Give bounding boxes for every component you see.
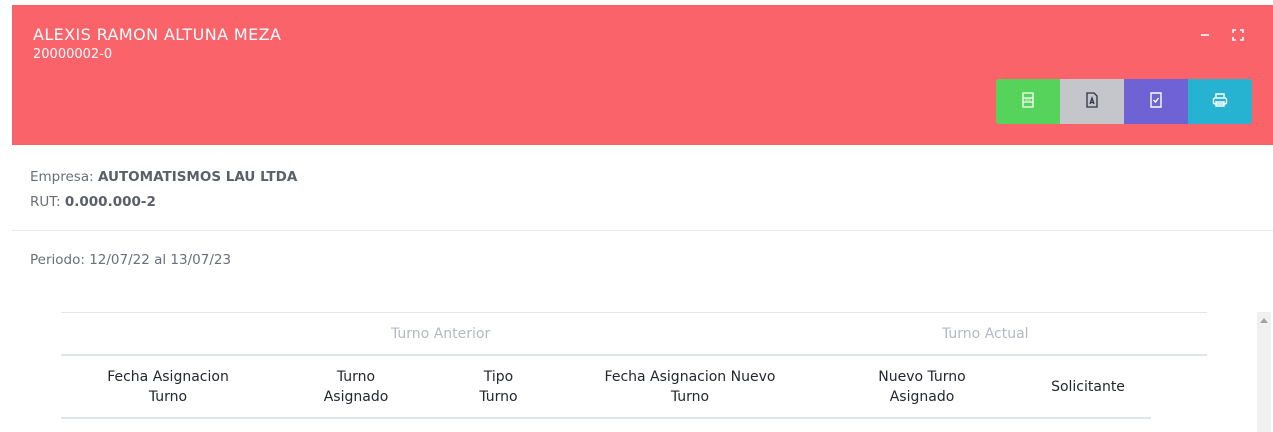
minimize-icon[interactable] — [1197, 27, 1213, 43]
column-header-requester[interactable]: Solicitante — [1041, 377, 1135, 397]
column-header-assigned-shift[interactable]: Turno Asignado — [311, 367, 401, 407]
employee-header: ALEXIS RAMON ALTUNA MEZA 20000002-0 xls — [12, 5, 1273, 145]
group-header-previous: Turno Anterior — [391, 326, 491, 342]
print-icon — [1212, 92, 1228, 112]
section-divider — [12, 230, 1273, 231]
excel-icon: xls — [1021, 91, 1035, 112]
column-header-new-shift[interactable]: Nuevo Turno Asignado — [861, 367, 983, 407]
rut-value: 0.000.000-2 — [64, 194, 156, 210]
excel-export-button[interactable]: xls — [996, 79, 1060, 124]
company-label: Empresa: — [30, 169, 94, 185]
header-bottom-border — [61, 417, 1151, 419]
pdf-icon — [1085, 91, 1099, 112]
column-header-assignment-date[interactable]: Fecha Asignacion Turno — [101, 367, 235, 407]
group-header-row: Turno Anterior Turno Actual — [61, 312, 1207, 356]
export-button-group: xls — [996, 79, 1252, 124]
column-header-new-assignment-date[interactable]: Fecha Asignacion Nuevo Turno — [596, 367, 784, 407]
document-check-icon — [1149, 91, 1163, 112]
company-info: Empresa: AUTOMATISMOS LAU LTDA RUT: 0.00… — [30, 165, 297, 215]
pdf-export-button[interactable] — [1060, 79, 1124, 124]
rut-label: RUT: — [30, 194, 61, 210]
vertical-scrollbar[interactable] — [1257, 312, 1271, 432]
company-value: AUTOMATISMOS LAU LTDA — [97, 169, 298, 185]
group-header-current: Turno Actual — [942, 326, 1029, 342]
fullscreen-icon[interactable] — [1230, 27, 1246, 43]
company-row: Empresa: AUTOMATISMOS LAU LTDA — [30, 165, 297, 190]
scroll-up-arrow-icon[interactable] — [1260, 318, 1268, 323]
svg-text:xls: xls — [1025, 97, 1031, 102]
document-export-button[interactable] — [1124, 79, 1188, 124]
rut-row: RUT: 0.000.000-2 — [30, 190, 297, 215]
employee-name: ALEXIS RAMON ALTUNA MEZA — [33, 25, 282, 44]
employee-id: 20000002-0 — [33, 47, 113, 62]
period-text: Periodo: 12/07/22 al 13/07/23 — [30, 252, 232, 268]
print-button[interactable] — [1188, 79, 1252, 124]
shift-table: Turno Anterior Turno Actual Fecha Asigna… — [61, 312, 1207, 419]
column-header-shift-type[interactable]: Tipo Turno — [461, 367, 536, 407]
